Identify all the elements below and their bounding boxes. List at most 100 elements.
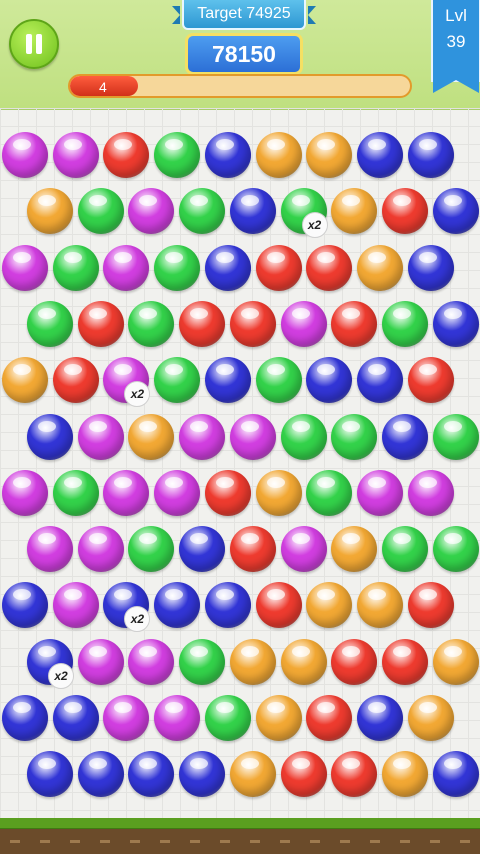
bubble-blue[interactable]: [356, 132, 403, 178]
bubble-blue[interactable]: [229, 188, 276, 235]
bubble-magenta[interactable]: [128, 188, 175, 235]
bubble-magenta[interactable]: [27, 526, 73, 573]
bubble-green[interactable]: [255, 357, 302, 404]
bubble-green[interactable]: [154, 132, 201, 178]
bubble-blue[interactable]: [407, 132, 454, 178]
bubble-red[interactable]: [103, 132, 150, 178]
bubble-orange[interactable]: [306, 582, 353, 629]
bubble-green[interactable]: [154, 357, 201, 404]
bubble-red[interactable]: [179, 300, 226, 347]
bubble-magenta[interactable]: [2, 244, 48, 291]
bubble-green[interactable]: [128, 526, 175, 573]
bubble-blue[interactable]: [154, 582, 201, 629]
bubble-blue[interactable]: [204, 244, 251, 291]
bubble-blue[interactable]: [356, 695, 403, 741]
bubble-red[interactable]: [331, 751, 378, 798]
bubble-magenta[interactable]: [128, 638, 175, 685]
bubble-red[interactable]: [381, 638, 428, 685]
bubble-red[interactable]: [52, 357, 99, 404]
bubble-magenta[interactable]: [77, 638, 124, 685]
bubble-magenta[interactable]: [179, 413, 226, 460]
bubble-green[interactable]: [331, 413, 378, 460]
bubble-magenta[interactable]: [52, 132, 99, 178]
bubble-red[interactable]: [331, 638, 378, 685]
bubble-blue[interactable]: [306, 357, 353, 404]
bubble-red[interactable]: [204, 469, 251, 516]
bubble-orange[interactable]: [331, 188, 378, 235]
bubble-blue[interactable]: [77, 751, 124, 798]
bubble-orange[interactable]: [128, 413, 175, 460]
bubble-blue[interactable]: [356, 357, 403, 404]
bubble-orange[interactable]: [255, 695, 302, 741]
bubble-green[interactable]: [381, 526, 428, 573]
bubble-magenta[interactable]: [103, 695, 150, 741]
bubble-green[interactable]: [179, 638, 226, 685]
bubble-orange[interactable]: [27, 188, 73, 235]
bubble-red[interactable]: [229, 526, 276, 573]
bubble-orange[interactable]: [356, 582, 403, 629]
bubble-blue[interactable]: [381, 413, 428, 460]
bubble-blue[interactable]: [432, 751, 479, 798]
bubble-red[interactable]: [306, 695, 353, 741]
bubble-red[interactable]: [331, 300, 378, 347]
bubble-blue[interactable]: [179, 526, 226, 573]
bubble-green[interactable]: [306, 469, 353, 516]
bubble-orange[interactable]: [280, 638, 327, 685]
bubble-blue[interactable]: [27, 413, 73, 460]
bubble-magenta[interactable]: [2, 132, 48, 178]
bubble-green[interactable]: [27, 300, 73, 347]
bubble-green[interactable]: [280, 413, 327, 460]
bubble-blue[interactable]: [2, 582, 48, 629]
bubble-orange[interactable]: [2, 357, 48, 404]
bubble-magenta[interactable]: [103, 469, 150, 516]
bubble-blue[interactable]: [407, 244, 454, 291]
bubble-blue[interactable]: [128, 751, 175, 798]
bubble-green[interactable]: [432, 413, 479, 460]
bubble-magenta[interactable]: [2, 469, 48, 516]
bubble-orange[interactable]: [381, 751, 428, 798]
bubble-magenta[interactable]: [77, 526, 124, 573]
bubble-orange[interactable]: [306, 132, 353, 178]
bubble-green[interactable]: [432, 526, 479, 573]
bubble-orange[interactable]: [331, 526, 378, 573]
bubble-red[interactable]: [77, 300, 124, 347]
bubble-red[interactable]: [280, 751, 327, 798]
bubble-magenta[interactable]: [154, 695, 201, 741]
bubble-red[interactable]: [306, 244, 353, 291]
bubble-magenta[interactable]: [407, 469, 454, 516]
bubble-green[interactable]: [52, 244, 99, 291]
bubble-red[interactable]: [407, 357, 454, 404]
bubble-blue[interactable]: [432, 300, 479, 347]
bubble-magenta[interactable]: [356, 469, 403, 516]
bubble-green[interactable]: [52, 469, 99, 516]
bubble-magenta[interactable]: [52, 582, 99, 629]
bubble-magenta[interactable]: [103, 244, 150, 291]
bubble-orange[interactable]: [407, 695, 454, 741]
bubble-red[interactable]: [255, 582, 302, 629]
bubble-green[interactable]: [381, 300, 428, 347]
bubble-blue[interactable]: [204, 132, 251, 178]
bubble-magenta[interactable]: [280, 300, 327, 347]
bubble-blue[interactable]: [179, 751, 226, 798]
bubble-magenta[interactable]: [77, 413, 124, 460]
bubble-red[interactable]: [229, 300, 276, 347]
bubble-blue[interactable]: [432, 188, 479, 235]
bubble-green[interactable]: [204, 695, 251, 741]
bubble-board[interactable]: x2 x2 x2 x2: [0, 108, 480, 818]
bubble-orange[interactable]: [255, 469, 302, 516]
bubble-blue[interactable]: [52, 695, 99, 741]
bubble-blue[interactable]: [204, 582, 251, 629]
pause-button[interactable]: [9, 19, 59, 69]
bubble-blue[interactable]: [2, 695, 48, 741]
bubble-orange[interactable]: [432, 638, 479, 685]
bubble-orange[interactable]: [229, 751, 276, 798]
bubble-blue[interactable]: [27, 751, 73, 798]
bubble-orange[interactable]: [255, 132, 302, 178]
bubble-green[interactable]: [154, 244, 201, 291]
bubble-green[interactable]: [77, 188, 124, 235]
bubble-green[interactable]: [179, 188, 226, 235]
bubble-red[interactable]: [407, 582, 454, 629]
bubble-green[interactable]: [128, 300, 175, 347]
bubble-orange[interactable]: [229, 638, 276, 685]
bubble-magenta[interactable]: [229, 413, 276, 460]
